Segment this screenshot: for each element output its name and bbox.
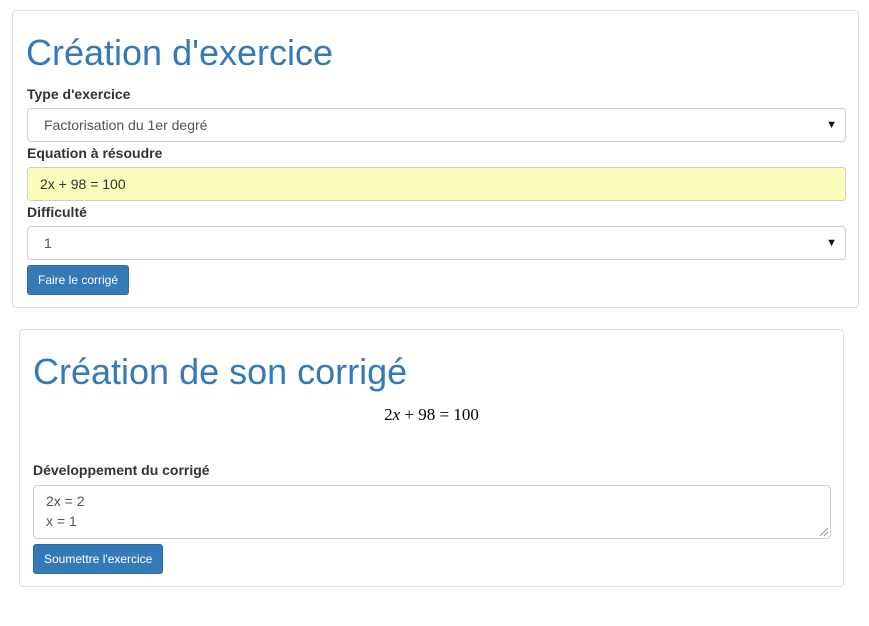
equation-coefficient: 2 [384, 405, 393, 424]
development-textarea[interactable]: 2x = 2 x = 1 [33, 485, 831, 539]
chevron-down-icon: ▼ [826, 237, 837, 249]
make-correction-button[interactable]: Faire le corrigé [27, 265, 130, 295]
chevron-down-icon: ▼ [826, 119, 837, 131]
development-line: 2x = 2 [46, 493, 85, 509]
submit-exercise-button[interactable]: Soumettre l'exercice [33, 544, 164, 574]
difficulty-select[interactable]: 1 ▼ [27, 226, 846, 260]
exercise-type-label: Type d'exercice [27, 86, 131, 102]
exercise-title: Création d'exercice [26, 32, 334, 73]
exercise-type-value: Factorisation du 1er degré [44, 117, 208, 133]
difficulty-label: Difficulté [27, 204, 87, 220]
development-label: Développement du corrigé [33, 462, 210, 478]
equation-input[interactable]: 2x + 98 = 100 [27, 167, 846, 201]
development-line: x = 1 [46, 513, 77, 529]
correction-title: Création de son corrigé [33, 351, 408, 392]
correction-creation-panel: Création de son corrigé 2x + 98 = 100 Dé… [19, 329, 844, 587]
exercise-creation-panel: Création d'exercice Type d'exercice Fact… [12, 10, 859, 308]
equation-rest: + 98 = 100 [400, 405, 479, 424]
rendered-equation: 2x + 98 = 100 [20, 405, 843, 425]
difficulty-value: 1 [44, 235, 52, 251]
exercise-type-select[interactable]: Factorisation du 1er degré ▼ [27, 108, 846, 142]
resize-handle-icon[interactable] [820, 528, 828, 536]
equation-label: Equation à résoudre [27, 145, 163, 161]
